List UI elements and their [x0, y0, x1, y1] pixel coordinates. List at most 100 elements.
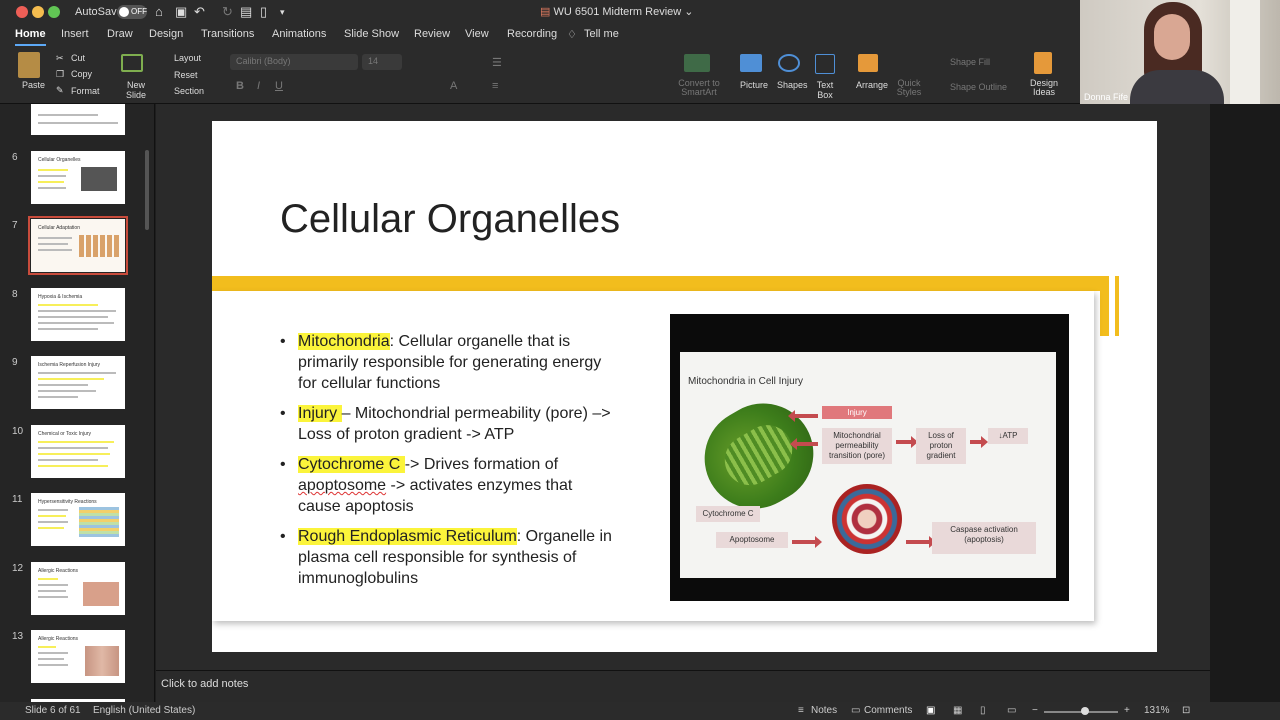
- tab-recording[interactable]: Recording: [507, 28, 557, 40]
- bullets-icon[interactable]: ☰: [492, 56, 502, 69]
- arrange-icon: [858, 54, 878, 72]
- figure-box-caspase: Caspase activation (apoptosis): [932, 522, 1036, 554]
- shape-outline-button[interactable]: Shape Outline: [950, 82, 1007, 92]
- bullet-list[interactable]: Mitochondria: Cellular organelle that is…: [278, 331, 618, 598]
- shape-fill-button[interactable]: Shape Fill: [950, 57, 990, 67]
- tab-transitions[interactable]: Transitions: [201, 28, 254, 40]
- slide-thumbnail-selected[interactable]: Cellular Adaptation: [28, 216, 128, 275]
- bold-button[interactable]: B: [236, 80, 244, 92]
- minimize-window-button[interactable]: [32, 6, 44, 18]
- tab-insert[interactable]: Insert: [61, 28, 89, 40]
- slide-thumbnail[interactable]: Allergic Reactions: [31, 630, 125, 683]
- slide-thumbnail[interactable]: Cellular Organelles: [31, 151, 125, 204]
- slide-thumbnail[interactable]: Hypersensitivity Reactions: [31, 493, 125, 546]
- fit-to-window-icon[interactable]: ⊡: [1182, 705, 1190, 716]
- font-color-icon[interactable]: A: [450, 80, 457, 92]
- copy-button[interactable]: Copy: [71, 69, 92, 79]
- zoom-slider-knob[interactable]: [1081, 707, 1089, 715]
- thumbnail-title: Allergic Reactions: [38, 636, 79, 642]
- italic-button[interactable]: I: [257, 80, 260, 92]
- slide-thumbnail[interactable]: Hypoxia & Ischemia: [31, 288, 125, 341]
- underline-button[interactable]: U: [275, 80, 283, 92]
- current-slide[interactable]: Cellular Organelles Mitochondria: Cellul…: [212, 121, 1157, 652]
- status-bar: Slide 6 of 61 English (United States) ≡ …: [0, 702, 1280, 720]
- thumbnail-number: 10: [12, 426, 24, 437]
- accent-bar: [212, 276, 1100, 291]
- font-name-select[interactable]: Calibri (Body): [230, 54, 358, 70]
- notes-button[interactable]: Notes: [811, 705, 837, 716]
- close-window-button[interactable]: [16, 6, 28, 18]
- tab-slide-show[interactable]: Slide Show: [344, 28, 399, 40]
- document-title: WU 6501 Midterm Review: [553, 6, 682, 18]
- redo-icon[interactable]: ↻: [222, 4, 233, 20]
- save-icon[interactable]: ▣: [175, 4, 187, 20]
- reading-view-icon[interactable]: ▯: [980, 705, 986, 716]
- font-size-select[interactable]: 14: [362, 54, 402, 70]
- reset-button[interactable]: Reset: [174, 70, 198, 80]
- align-icon[interactable]: ≡: [492, 80, 498, 92]
- zoom-window-button[interactable]: [48, 6, 60, 18]
- bullet-text: – Mitochondrial permeability (pore) –> L…: [298, 405, 611, 443]
- zoom-out-icon[interactable]: −: [1032, 705, 1038, 716]
- notes-placeholder[interactable]: Click to add notes: [161, 678, 248, 690]
- picture-button[interactable]: Picture: [740, 80, 768, 90]
- text-box-button[interactable]: Text Box: [816, 80, 834, 100]
- tab-design[interactable]: Design: [149, 28, 183, 40]
- thumbnail-title: Allergic Reactions: [38, 568, 79, 574]
- bullet-rough-er: Rough Endoplasmic Reticulum: Organelle i…: [278, 526, 618, 589]
- undo-icon[interactable]: ↶: [194, 4, 205, 20]
- thumbnail-scrollbar[interactable]: [145, 150, 149, 230]
- thumbnail-number: 6: [12, 152, 18, 163]
- normal-view-icon[interactable]: ▣: [926, 705, 935, 716]
- slide-thumbnail[interactable]: Allergic Reactions: [31, 562, 125, 615]
- present-icon[interactable]: ▤: [240, 4, 252, 20]
- layout-button[interactable]: Layout: [174, 53, 201, 63]
- home-icon[interactable]: ⌂: [155, 4, 163, 19]
- slide-thumbnail-panel[interactable]: 6 Cellular Organelles 7 Cellular Adaptat…: [0, 104, 155, 709]
- picture-icon: [740, 54, 762, 72]
- figure-arrow: [906, 536, 936, 548]
- zoom-level[interactable]: 131%: [1144, 705, 1170, 716]
- tab-home[interactable]: Home: [15, 28, 46, 46]
- convert-smartart-button[interactable]: Convert to SmartArt: [676, 79, 722, 97]
- cut-button[interactable]: Cut: [71, 53, 85, 63]
- lightbulb-icon: ♢: [567, 29, 577, 41]
- figure-arrow: [896, 436, 918, 448]
- new-doc-icon[interactable]: ▯: [260, 4, 267, 20]
- format-painter-button[interactable]: Format: [71, 86, 100, 96]
- paste-button[interactable]: Paste: [22, 80, 45, 90]
- figure-box-loss-gradient: Loss of proton gradient: [916, 428, 966, 464]
- shapes-button[interactable]: Shapes: [777, 80, 808, 90]
- tab-view[interactable]: View: [465, 28, 489, 40]
- autosave-toggle[interactable]: OFF: [117, 5, 147, 19]
- slide-counter: Slide 6 of 61: [25, 705, 81, 716]
- copy-icon: ❐: [56, 69, 65, 79]
- language-indicator[interactable]: English (United States): [93, 705, 195, 716]
- thumbnail-title: Cellular Organelles: [38, 157, 81, 163]
- right-side-pane: [1210, 104, 1280, 702]
- quick-styles-button[interactable]: Quick Styles: [896, 79, 922, 97]
- slide-show-icon[interactable]: ▭: [1007, 705, 1016, 716]
- tab-draw[interactable]: Draw: [107, 28, 133, 40]
- slide-thumbnail[interactable]: Ischemia Reperfusion Injury: [31, 356, 125, 409]
- tab-review[interactable]: Review: [414, 28, 450, 40]
- notes-pane[interactable]: Click to add notes: [156, 670, 1210, 702]
- slide-thumbnail[interactable]: Chemical or Toxic Injury: [31, 425, 125, 478]
- customize-toolbar-icon[interactable]: ▾: [280, 7, 285, 18]
- zoom-in-icon[interactable]: +: [1124, 705, 1130, 716]
- video-feed: Donna Fife: [1080, 0, 1280, 104]
- bullet-text: -> Drives formation of: [404, 456, 559, 473]
- design-ideas-button[interactable]: Design Ideas: [1030, 79, 1058, 97]
- comments-button[interactable]: Comments: [864, 705, 912, 716]
- new-slide-button[interactable]: New Slide: [122, 80, 150, 100]
- tab-animations[interactable]: Animations: [272, 28, 326, 40]
- section-button[interactable]: Section: [174, 86, 204, 96]
- figure-box-cytochrome-c: Cytochrome C: [696, 506, 760, 522]
- slide-thumbnail[interactable]: [31, 104, 125, 135]
- slide-sorter-icon[interactable]: ▦: [953, 705, 962, 716]
- tell-me-search[interactable]: Tell me: [584, 28, 619, 40]
- slide-title[interactable]: Cellular Organelles: [280, 197, 620, 242]
- document-icon: ▤: [540, 6, 554, 18]
- arrange-button[interactable]: Arrange: [856, 80, 888, 90]
- embedded-figure-image[interactable]: Mitochondria in Cell Injury Injury Mitoc…: [670, 314, 1069, 601]
